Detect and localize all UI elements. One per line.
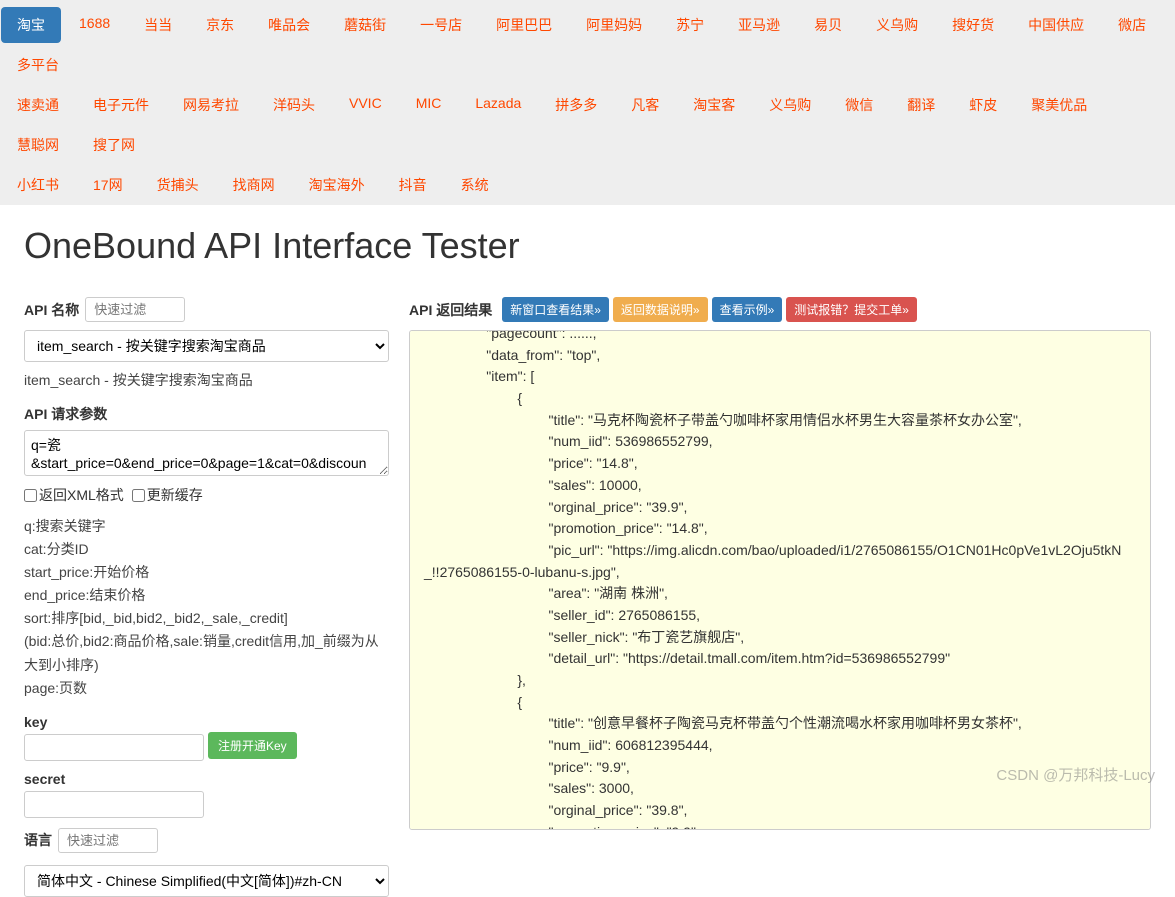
nav-tab[interactable]: 电子元件 bbox=[77, 87, 165, 123]
page-title: OneBound API Interface Tester bbox=[0, 205, 1175, 277]
nav-tab[interactable]: 微信 bbox=[829, 87, 889, 123]
nav-tab[interactable]: 京东 bbox=[190, 7, 250, 43]
nav-tab[interactable]: 翻译 bbox=[891, 87, 951, 123]
nav-tab[interactable]: 拼多多 bbox=[539, 87, 613, 123]
nav-tab[interactable]: 多平台 bbox=[1, 47, 75, 83]
param-help-line: start_price:开始价格 bbox=[24, 561, 389, 584]
result-box[interactable]: "pagecount": ......, "data_from": "top",… bbox=[409, 330, 1151, 830]
lang-select[interactable]: 简体中文 - Chinese Simplified(中文[简体])#zh-CN bbox=[24, 865, 389, 897]
nav-tab[interactable]: 慧聪网 bbox=[1, 127, 75, 163]
request-params-label: API 请求参数 bbox=[24, 404, 383, 424]
nav-tab[interactable]: 亚马逊 bbox=[722, 7, 796, 43]
key-label: key bbox=[24, 714, 383, 730]
nav-tab[interactable]: 一号店 bbox=[404, 7, 478, 43]
nav-tab[interactable]: 阿里巴巴 bbox=[480, 7, 568, 43]
checkbox-xml[interactable] bbox=[24, 489, 37, 502]
param-help-line: (bid:总价,bid2:商品价格,sale:销量,credit信用,加_前缀为… bbox=[24, 630, 389, 676]
param-help-line: cat:分类ID bbox=[24, 538, 389, 561]
data-spec-button[interactable]: 返回数据说明» bbox=[613, 297, 708, 322]
nav-tab[interactable]: 17网 bbox=[77, 167, 139, 203]
nav-tab[interactable]: 淘宝 bbox=[1, 7, 61, 43]
nav-tabs: 淘宝1688当当京东唯品会蘑菇街一号店阿里巴巴阿里妈妈苏宁亚马逊易贝义乌购搜好货… bbox=[0, 0, 1175, 205]
nav-tab[interactable]: 义乌购 bbox=[753, 87, 827, 123]
checkbox-xml-label[interactable]: 返回XML格式 bbox=[24, 485, 124, 505]
current-api-text: item_search - 按关键字搜索淘宝商品 bbox=[24, 370, 389, 390]
param-help-line: page:页数 bbox=[24, 677, 389, 700]
nav-tab[interactable]: 聚美优品 bbox=[1015, 87, 1103, 123]
submit-issue-button[interactable]: 测试报错？提交工单» bbox=[786, 297, 917, 322]
param-help-line: sort:排序[bid,_bid,bid2,_bid2,_sale,_credi… bbox=[24, 607, 389, 630]
nav-tab[interactable]: 微店 bbox=[1102, 7, 1162, 43]
nav-tab[interactable]: 搜好货 bbox=[936, 7, 1010, 43]
nav-tab[interactable]: 义乌购 bbox=[860, 7, 934, 43]
key-input[interactable] bbox=[24, 734, 204, 761]
nav-tab[interactable]: 中国供应 bbox=[1012, 7, 1100, 43]
nav-tab[interactable]: 抖音 bbox=[383, 167, 443, 203]
request-params-textarea[interactable] bbox=[24, 430, 389, 476]
api-name-filter-input[interactable] bbox=[85, 297, 185, 322]
checkbox-cache-label[interactable]: 更新缓存 bbox=[132, 485, 203, 505]
nav-tab[interactable]: 易贝 bbox=[798, 7, 858, 43]
param-help: q:搜索关键字cat:分类IDstart_price:开始价格end_price… bbox=[24, 515, 389, 700]
nav-tab[interactable]: 速卖通 bbox=[1, 87, 75, 123]
lang-filter-input[interactable] bbox=[58, 828, 158, 853]
result-label: API 返回结果 bbox=[409, 300, 492, 320]
nav-tab[interactable]: 系统 bbox=[445, 167, 505, 203]
nav-tab[interactable]: VVIC bbox=[333, 87, 398, 123]
checkbox-cache[interactable] bbox=[132, 489, 145, 502]
param-help-line: q:搜索关键字 bbox=[24, 515, 389, 538]
nav-tab[interactable]: 网易考拉 bbox=[167, 87, 255, 123]
right-panel: API 返回结果 新窗口查看结果» 返回数据说明» 查看示例» 测试报错？提交工… bbox=[409, 297, 1151, 897]
nav-tab[interactable]: 淘宝客 bbox=[677, 87, 751, 123]
register-key-button[interactable]: 注册开通Key bbox=[208, 732, 297, 759]
nav-tab[interactable]: 阿里妈妈 bbox=[570, 7, 658, 43]
view-example-button[interactable]: 查看示例» bbox=[712, 297, 783, 322]
secret-label: secret bbox=[24, 771, 383, 787]
nav-tab[interactable]: 苏宁 bbox=[660, 7, 720, 43]
nav-tab[interactable]: 唯品会 bbox=[252, 7, 326, 43]
nav-tab[interactable]: 1688 bbox=[63, 7, 126, 43]
nav-tab[interactable]: MIC bbox=[400, 87, 458, 123]
api-select[interactable]: item_search - 按关键字搜索淘宝商品 bbox=[24, 330, 389, 362]
nav-tab[interactable]: Lazada bbox=[459, 87, 537, 123]
lang-label: 语言 bbox=[24, 830, 52, 850]
api-name-label: API 名称 bbox=[24, 300, 79, 320]
left-panel: API 名称 item_search - 按关键字搜索淘宝商品 item_sea… bbox=[24, 297, 389, 897]
nav-tab[interactable]: 虾皮 bbox=[953, 87, 1013, 123]
nav-tab[interactable]: 小红书 bbox=[1, 167, 75, 203]
nav-tab[interactable]: 洋码头 bbox=[257, 87, 331, 123]
new-window-button[interactable]: 新窗口查看结果» bbox=[502, 297, 609, 322]
result-text: "pagecount": ......, "data_from": "top",… bbox=[410, 330, 1150, 830]
nav-tab[interactable]: 蘑菇街 bbox=[328, 7, 402, 43]
param-help-line: end_price:结束价格 bbox=[24, 584, 389, 607]
nav-tab[interactable]: 找商网 bbox=[217, 167, 291, 203]
nav-tab[interactable]: 搜了网 bbox=[77, 127, 151, 163]
nav-tab[interactable]: 凡客 bbox=[615, 87, 675, 123]
nav-tab[interactable]: 货捕头 bbox=[141, 167, 215, 203]
nav-tab[interactable]: 当当 bbox=[128, 7, 188, 43]
nav-tab[interactable]: 淘宝海外 bbox=[293, 167, 381, 203]
